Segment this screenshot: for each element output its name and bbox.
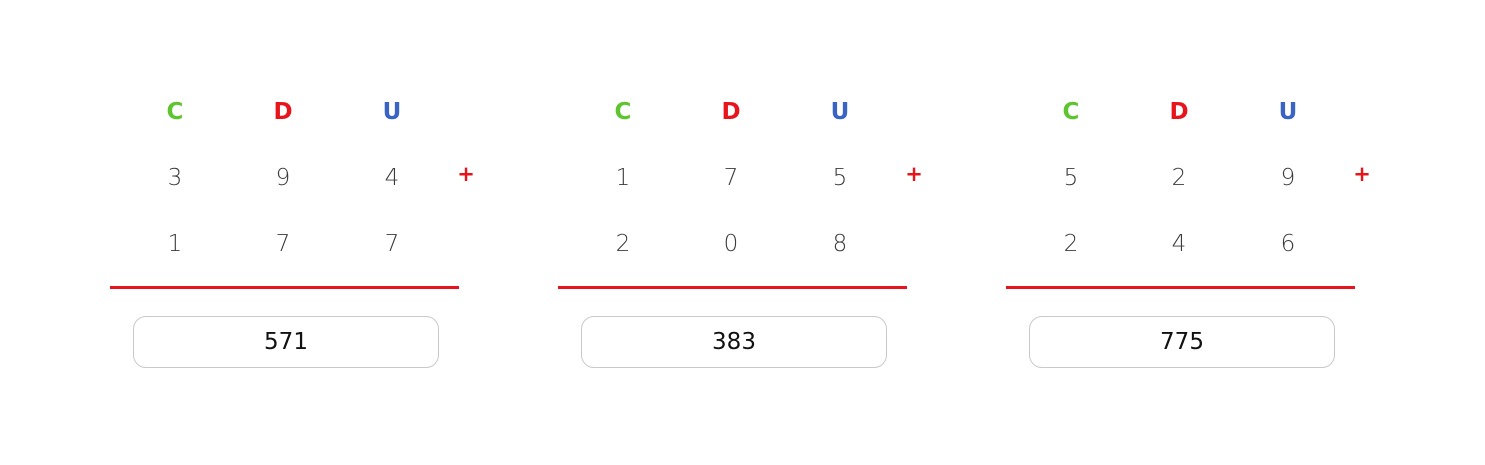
sum-line xyxy=(1006,286,1355,289)
first-addend-hundreds: 5 xyxy=(1063,165,1079,191)
sum-line xyxy=(110,286,459,289)
second-addend-tens: 7 xyxy=(275,231,291,257)
addition-problem-2: C D U 1 7 5 + 2 0 8 383 xyxy=(558,0,923,465)
second-addend-hundreds: 2 xyxy=(615,231,631,257)
first-addend-units: 9 xyxy=(1280,165,1296,191)
first-addend-hundreds: 1 xyxy=(615,165,631,191)
second-addend-units: 8 xyxy=(832,231,848,257)
units-header: U xyxy=(1278,99,1298,125)
tens-header: D xyxy=(273,99,293,125)
second-addend-tens: 0 xyxy=(723,231,739,257)
plus-sign: + xyxy=(457,162,475,186)
first-addend-units: 4 xyxy=(384,165,400,191)
second-addend-tens: 4 xyxy=(1171,231,1187,257)
tens-header: D xyxy=(1169,99,1189,125)
hundreds-header: C xyxy=(1062,99,1080,125)
addition-problem-1: C D U 3 9 4 + 1 7 7 571 xyxy=(110,0,475,465)
sum-line xyxy=(558,286,907,289)
second-addend-units: 7 xyxy=(384,231,400,257)
first-addend-tens: 2 xyxy=(1171,165,1187,191)
plus-sign: + xyxy=(905,162,923,186)
tens-header: D xyxy=(721,99,741,125)
hundreds-header: C xyxy=(614,99,632,125)
second-addend-units: 6 xyxy=(1280,231,1296,257)
answer-field[interactable]: 383 xyxy=(581,316,887,368)
first-addend-tens: 9 xyxy=(275,165,291,191)
second-addend-hundreds: 1 xyxy=(167,231,183,257)
addition-problem-3: C D U 5 2 9 + 2 4 6 775 xyxy=(1006,0,1371,465)
answer-field[interactable]: 571 xyxy=(133,316,439,368)
units-header: U xyxy=(382,99,402,125)
first-addend-units: 5 xyxy=(832,165,848,191)
second-addend-hundreds: 2 xyxy=(1063,231,1079,257)
units-header: U xyxy=(830,99,850,125)
first-addend-tens: 7 xyxy=(723,165,739,191)
answer-field[interactable]: 775 xyxy=(1029,316,1335,368)
first-addend-hundreds: 3 xyxy=(167,165,183,191)
hundreds-header: C xyxy=(166,99,184,125)
plus-sign: + xyxy=(1353,162,1371,186)
